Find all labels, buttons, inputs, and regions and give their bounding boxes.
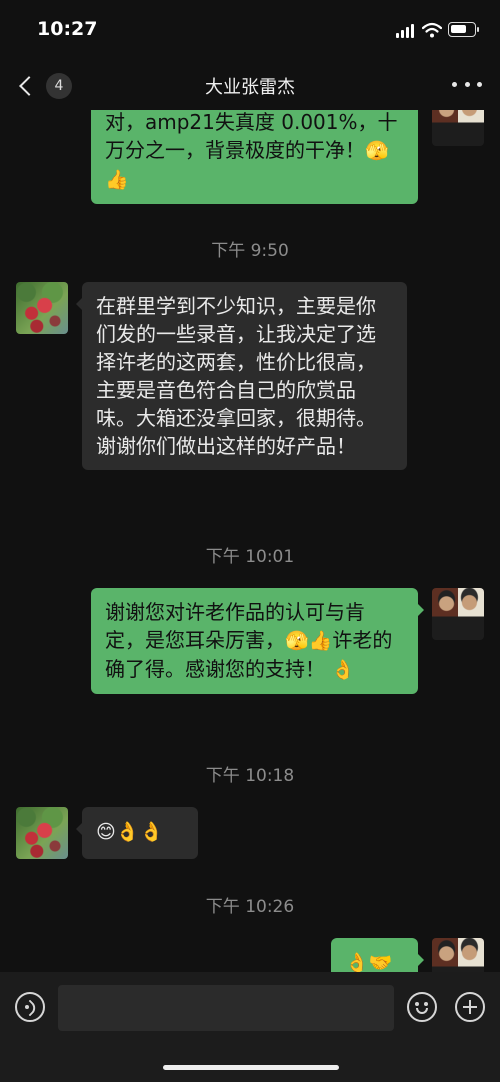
emoji-text: 👌🤝 bbox=[345, 952, 393, 972]
message-bubble-incoming[interactable]: 在群里学到不少知识，主要是你们发的一些录音，让我决定了选择许老的这两套，性价比很… bbox=[76, 282, 407, 470]
battery-icon bbox=[448, 22, 479, 37]
message-bubble-outgoing[interactable]: 谢谢您对许老作品的认可与肯定，是您耳朵厉害，🫣👍许老的确了得。感谢您的支持！ 👌 bbox=[91, 588, 424, 694]
message-list[interactable]: 对，amp21失真度 0.001%，十万分之一，背景极度的干净！🫣👍 下午 9:… bbox=[0, 110, 500, 972]
status-time: 10:27 bbox=[37, 18, 98, 40]
voice-icon[interactable] bbox=[15, 992, 45, 1022]
timestamp: 下午 9:50 bbox=[211, 241, 289, 261]
message-bubble-outgoing[interactable]: 👌🤝 bbox=[331, 938, 424, 972]
emoji-text: 😊👌👌 bbox=[96, 821, 164, 843]
message-bubble-incoming[interactable]: 😊👌👌 bbox=[76, 807, 198, 859]
signal-icon bbox=[396, 24, 416, 38]
plus-icon[interactable] bbox=[455, 992, 485, 1022]
emoji-icon[interactable] bbox=[407, 992, 437, 1022]
message-input[interactable] bbox=[58, 985, 394, 1031]
timestamp: 下午 10:18 bbox=[205, 766, 295, 786]
emoji-text: 👌 bbox=[331, 659, 356, 681]
timestamp: 下午 10:26 bbox=[205, 897, 295, 917]
message-text: 在群里学到不少知识，主要是你们发的一些录音，让我决定了选择许老的这两套，性价比很… bbox=[96, 294, 376, 458]
more-icon[interactable] bbox=[452, 82, 482, 90]
home-indicator bbox=[163, 1065, 339, 1070]
wifi-icon bbox=[422, 22, 442, 38]
message-text: 对，amp21失真度 0.001%，十万分之一，背景极度的干净！ bbox=[105, 110, 398, 162]
contact-avatar[interactable] bbox=[16, 807, 68, 859]
message-bubble-outgoing[interactable]: 对，amp21失真度 0.001%，十万分之一，背景极度的干净！🫣👍 bbox=[91, 110, 418, 204]
status-bar: 10:27 bbox=[0, 0, 500, 60]
emoji-text: 🫣👍 bbox=[285, 630, 333, 652]
my-avatar[interactable] bbox=[432, 938, 484, 972]
contact-avatar[interactable] bbox=[16, 282, 68, 334]
my-avatar[interactable] bbox=[432, 110, 484, 146]
timestamp: 下午 10:01 bbox=[205, 547, 295, 567]
chat-title: 大业张雷杰 bbox=[205, 77, 295, 98]
chat-header: 4 大业张雷杰 bbox=[0, 60, 500, 110]
my-avatar[interactable] bbox=[432, 588, 484, 640]
